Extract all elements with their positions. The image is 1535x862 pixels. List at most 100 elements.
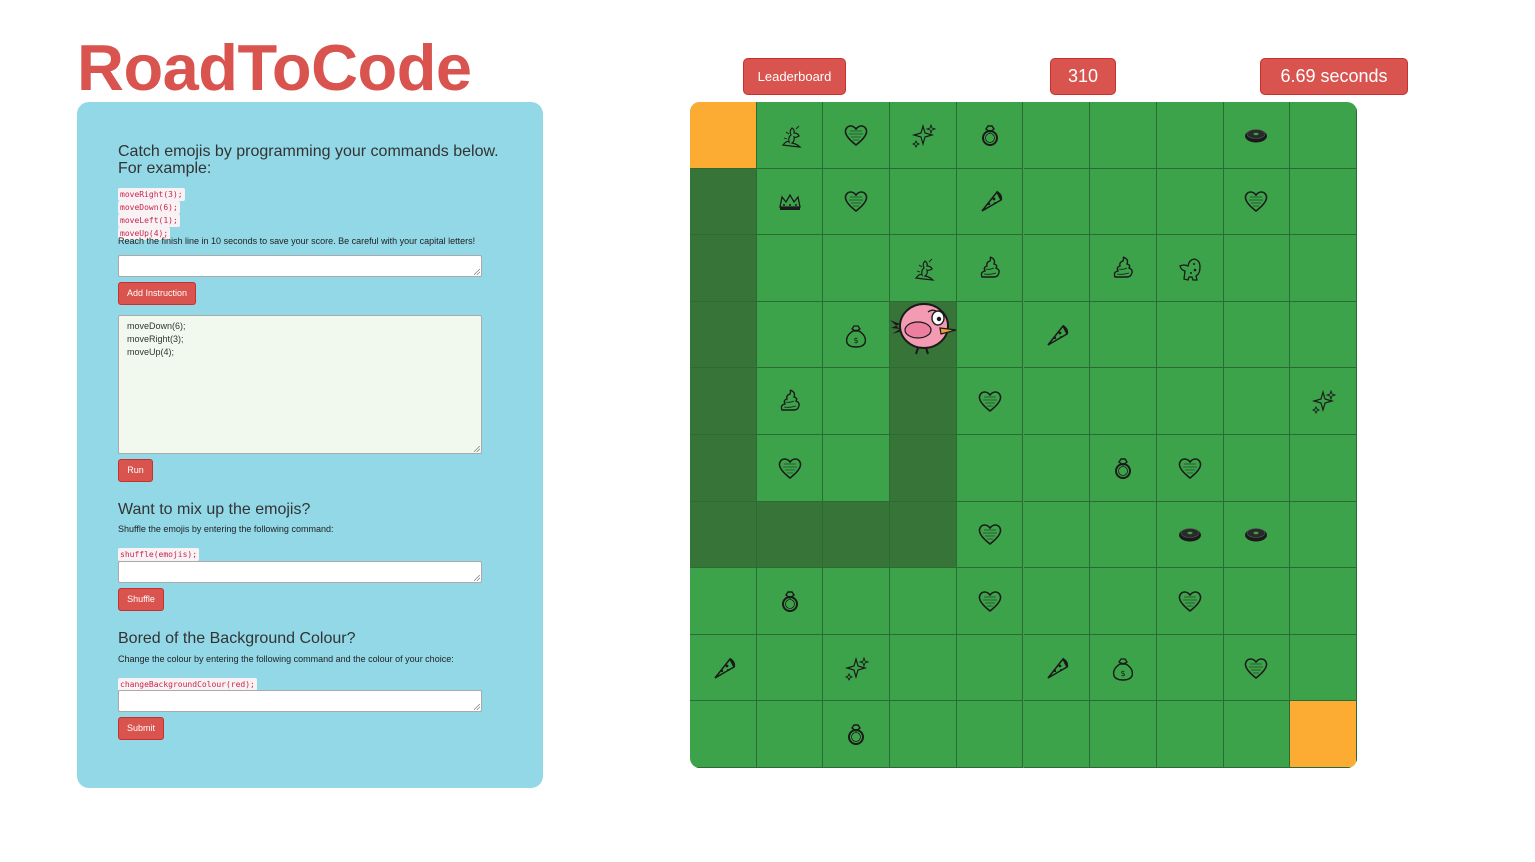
board-cell bbox=[956, 568, 1024, 635]
board-cell bbox=[956, 435, 1024, 502]
sparkles-icon bbox=[1311, 389, 1337, 415]
board-cell bbox=[756, 368, 824, 435]
leaderboard-button[interactable]: Leaderboard bbox=[743, 58, 846, 95]
instruction-input[interactable] bbox=[118, 255, 482, 277]
resize-grip-icon[interactable] bbox=[474, 575, 480, 581]
board-cell bbox=[1023, 634, 1091, 702]
crown-icon bbox=[778, 194, 801, 211]
board-cell bbox=[956, 634, 1024, 702]
board-cell: $ bbox=[1090, 634, 1157, 702]
donut-icon bbox=[1245, 128, 1268, 143]
board-cell bbox=[823, 235, 891, 302]
board-cell bbox=[1223, 102, 1291, 169]
background-colour-input[interactable] bbox=[118, 690, 482, 712]
board-cell bbox=[823, 634, 891, 702]
board-cell bbox=[1290, 168, 1357, 236]
board-cell bbox=[956, 168, 1024, 236]
heart-icon bbox=[1178, 458, 1202, 479]
shuffle-input[interactable] bbox=[118, 561, 482, 583]
heart-icon bbox=[1245, 191, 1268, 213]
board-cell bbox=[1090, 102, 1157, 169]
background-description: Change the colour by entering the follow… bbox=[118, 654, 454, 664]
pizza-icon bbox=[1047, 657, 1069, 679]
board-cell bbox=[1090, 168, 1157, 236]
board-cell bbox=[1156, 501, 1224, 569]
board-cell bbox=[690, 235, 757, 302]
board-cell bbox=[690, 568, 757, 635]
board-cell bbox=[1023, 701, 1091, 768]
money-bag-icon: $ bbox=[1112, 657, 1134, 681]
board-cell bbox=[756, 235, 824, 302]
shuffle-heading: Want to mix up the emojis? bbox=[118, 501, 311, 518]
board-cell bbox=[956, 701, 1024, 768]
board-cell bbox=[1156, 634, 1224, 702]
board-cell bbox=[823, 168, 891, 236]
board-cell bbox=[890, 168, 957, 236]
score-display: 310 bbox=[1050, 58, 1116, 95]
pizza-icon bbox=[714, 657, 735, 679]
heart-icon bbox=[1178, 591, 1202, 612]
timer-display: 6.69 seconds bbox=[1260, 58, 1408, 95]
program-textarea[interactable]: moveDown(6); moveRight(3); moveUp(4); bbox=[118, 315, 482, 454]
board-cell bbox=[1090, 568, 1157, 635]
board-cell bbox=[1090, 235, 1157, 302]
board-cell bbox=[1156, 435, 1224, 502]
board-cell bbox=[823, 501, 891, 569]
board-cell bbox=[1023, 235, 1091, 302]
poop-icon bbox=[780, 389, 800, 411]
board-cell bbox=[823, 435, 891, 502]
heart-icon bbox=[844, 125, 868, 146]
board-cell bbox=[756, 634, 824, 702]
board-cell bbox=[1090, 501, 1157, 569]
resize-grip-icon[interactable] bbox=[474, 704, 480, 710]
board-cell bbox=[1023, 102, 1091, 169]
control-panel: Catch emojis by programming your command… bbox=[77, 102, 543, 788]
start-cell bbox=[690, 102, 757, 169]
ring-icon bbox=[848, 724, 865, 746]
ring-icon bbox=[1115, 458, 1132, 479]
board-cell bbox=[1223, 368, 1291, 435]
heart-icon bbox=[778, 458, 801, 479]
board-cell bbox=[956, 301, 1024, 369]
add-instruction-button[interactable]: Add Instruction bbox=[118, 282, 196, 305]
resize-grip-icon[interactable] bbox=[474, 269, 480, 275]
board-cell bbox=[756, 435, 824, 502]
board-cell bbox=[1090, 368, 1157, 435]
program-line: moveDown(6); bbox=[127, 321, 186, 331]
board-cell bbox=[756, 102, 824, 169]
svg-text:$: $ bbox=[1120, 669, 1125, 678]
run-button[interactable]: Run bbox=[118, 459, 153, 482]
sparkles-icon bbox=[911, 123, 937, 148]
pizza-icon bbox=[1047, 324, 1069, 346]
sparkles-icon bbox=[845, 656, 870, 681]
board-cell bbox=[1290, 368, 1357, 435]
board-cell bbox=[1290, 501, 1357, 569]
board-cell bbox=[1223, 501, 1291, 569]
board-cell bbox=[890, 368, 957, 435]
board-cell bbox=[1156, 368, 1224, 435]
heart-icon bbox=[1245, 657, 1268, 679]
board-cell bbox=[890, 701, 957, 768]
board-cell bbox=[890, 235, 957, 302]
intro-heading: Catch emojis by programming your command… bbox=[118, 143, 499, 177]
board-cell bbox=[1290, 634, 1357, 702]
board-cell bbox=[1223, 435, 1291, 502]
dinosaur-icon bbox=[1178, 258, 1201, 281]
submit-button[interactable]: Submit bbox=[118, 717, 164, 740]
board-cell bbox=[690, 168, 757, 236]
resize-grip-icon[interactable] bbox=[474, 446, 480, 452]
board-cell: $ bbox=[823, 301, 891, 369]
shuffle-button[interactable]: Shuffle bbox=[118, 588, 164, 611]
board-cell bbox=[1223, 568, 1291, 635]
heart-icon bbox=[844, 191, 868, 213]
poop-icon bbox=[1113, 256, 1133, 278]
board-cell bbox=[1156, 568, 1224, 635]
board-cell bbox=[1223, 701, 1291, 768]
poop-icon bbox=[980, 256, 1000, 278]
board-cell bbox=[1023, 168, 1091, 236]
game-board: $ $ bbox=[690, 102, 1357, 768]
board-cell bbox=[1290, 235, 1357, 302]
board-cell bbox=[823, 701, 891, 768]
board-cell bbox=[1023, 435, 1091, 502]
background-heading: Bored of the Background Colour? bbox=[118, 630, 356, 647]
